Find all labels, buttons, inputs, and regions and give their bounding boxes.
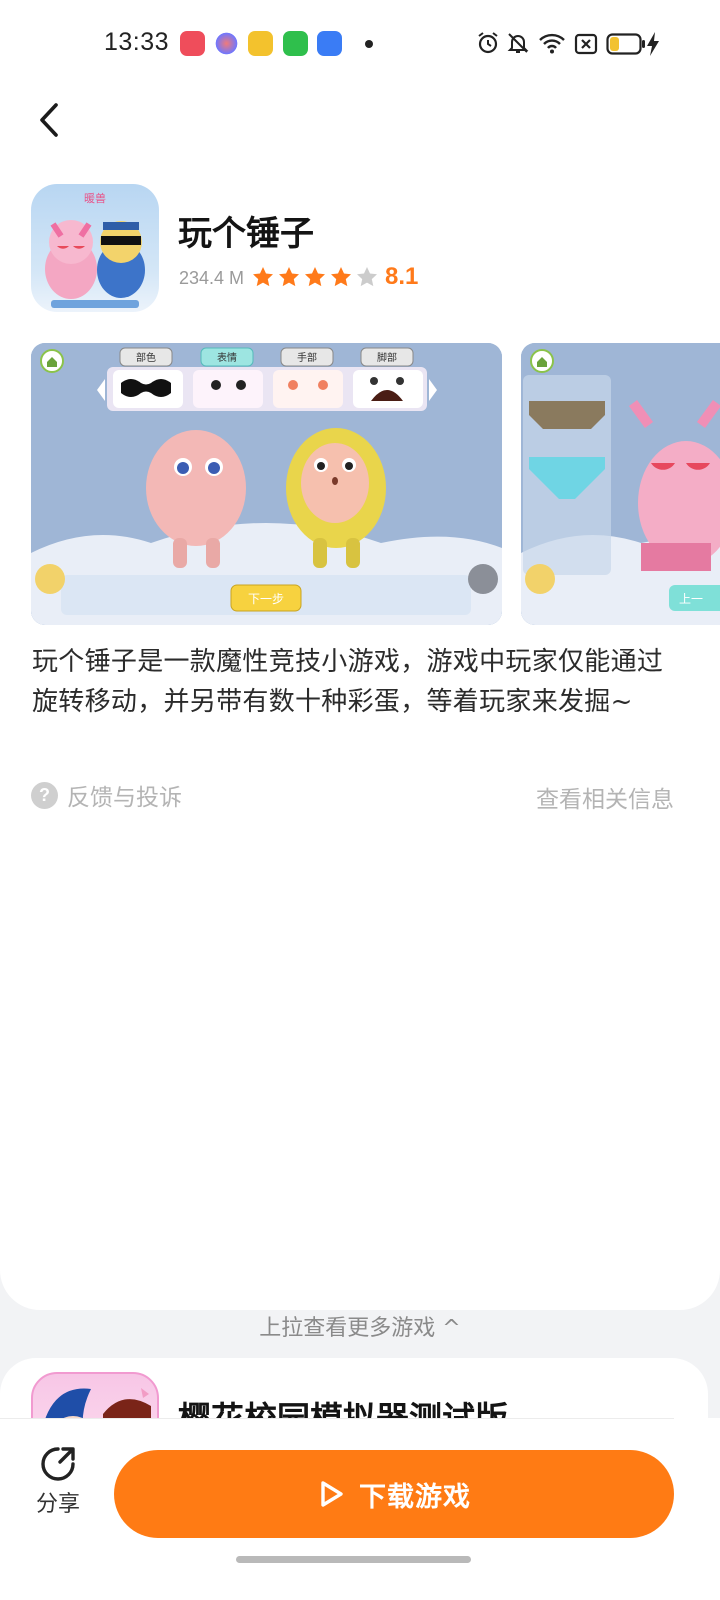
- share-icon: [41, 1447, 75, 1481]
- charging-icon: [647, 32, 659, 56]
- battery-icon: [606, 33, 645, 55]
- screenshot-2[interactable]: 上一: [521, 343, 720, 625]
- sim-icon: [574, 33, 598, 55]
- play-icon: [321, 1481, 343, 1507]
- app-icon-badge: 暖兽: [84, 191, 106, 205]
- star-filled-icon: [279, 267, 299, 287]
- feedback-label: 反馈与投诉: [67, 785, 182, 811]
- shot1-next-button: 下一步: [248, 592, 284, 606]
- question-icon: ?: [31, 781, 58, 809]
- shot1-tab-1: 部色: [136, 351, 156, 364]
- star-filled-icon: [253, 267, 273, 287]
- back-button[interactable]: [30, 98, 70, 142]
- shot1-tab-3: 手部: [297, 351, 317, 364]
- feedback-link[interactable]: ? 反馈与投诉: [31, 778, 182, 812]
- star-filled-icon: [305, 267, 325, 287]
- star-empty-icon: [357, 267, 377, 287]
- star-filled-icon: [331, 267, 351, 287]
- shot1-tab-2: 表情: [217, 351, 237, 364]
- shot1-tab-4: 脚部: [377, 351, 397, 364]
- app-size: 234.4 M: [179, 268, 245, 288]
- download-label: 下载游戏: [359, 1481, 471, 1513]
- rating-stars: [251, 265, 379, 289]
- app-notification-icon: [248, 31, 273, 56]
- shot2-prev-button: 上一: [679, 592, 703, 606]
- app-notification-icon: [317, 31, 342, 56]
- app-description: 玩个锤子是一款魔性竞技小游戏，游戏中玩家仅能通过旋转移动，并另带有数十种彩蛋，等…: [32, 647, 664, 717]
- alarm-icon: [478, 32, 498, 54]
- app-notification-icon: [283, 31, 308, 56]
- share-label: 分享: [35, 1492, 80, 1517]
- pull-up-hint[interactable]: 上拉查看更多游戏 ^: [0, 1310, 720, 1342]
- app-detail-card: 13:33 暖兽 玩个锤子 234.4 M 8.1 部色 表情 手部 脚部 下一…: [0, 0, 720, 1310]
- bottom-action-bar: 分享 下载游戏: [0, 1418, 720, 1600]
- more-notifications-dot: [365, 40, 373, 48]
- divider: [0, 1418, 674, 1419]
- rating-value: 8.1: [385, 263, 419, 290]
- app-notification-icon: [214, 31, 239, 56]
- app-icon: 暖兽: [31, 184, 159, 312]
- app-notification-icon: [180, 31, 205, 56]
- home-indicator[interactable]: [236, 1556, 471, 1563]
- download-button[interactable]: 下载游戏: [114, 1450, 674, 1538]
- mute-icon: [507, 33, 529, 53]
- share-button[interactable]: 分享: [30, 1444, 86, 1518]
- status-time: 13:33: [104, 28, 170, 56]
- related-info-link[interactable]: 查看相关信息: [536, 780, 674, 814]
- screenshot-1[interactable]: 部色 表情 手部 脚部 下一步: [31, 343, 502, 625]
- status-bar: 13:33: [0, 0, 720, 88]
- wifi-icon: [539, 33, 565, 54]
- app-title: 玩个锤子: [178, 214, 314, 254]
